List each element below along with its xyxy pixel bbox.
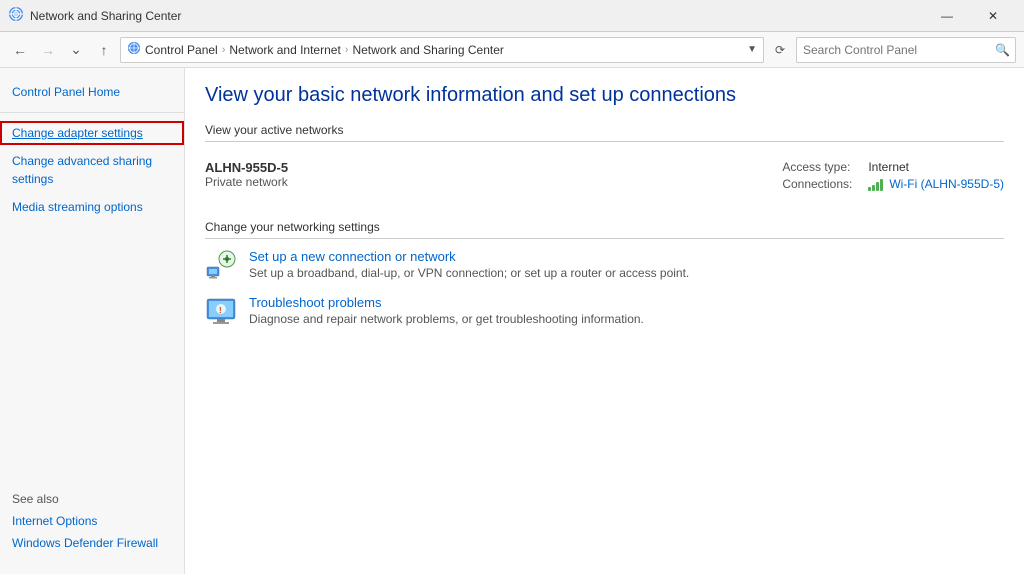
network-details: Access type: Internet Connections: Wi-Fi… [782, 160, 1004, 194]
access-type-label: Access type: [782, 160, 862, 174]
main-layout: Control Panel Home Change adapter settin… [0, 68, 1024, 574]
network-info: ALHN-955D-5 Private network [205, 160, 742, 189]
access-type-value: Internet [868, 160, 909, 174]
breadcrumb-dropdown-button[interactable]: ▼ [747, 44, 757, 55]
networking-settings-header: Change your networking settings [205, 220, 1004, 239]
network-name: ALHN-955D-5 [205, 160, 742, 175]
breadcrumb: Control Panel › Network and Internet › N… [120, 37, 764, 63]
recent-locations-button[interactable]: ⌄ [64, 38, 88, 62]
troubleshoot-item: ! Troubleshoot problems Diagnose and rep… [205, 295, 1004, 327]
sidebar: Control Panel Home Change adapter settin… [0, 68, 185, 574]
search-wrapper: 🔍 [796, 37, 1016, 63]
new-connection-text: Set up a new connection or network Set u… [249, 249, 689, 280]
new-connection-icon [205, 249, 237, 281]
sidebar-item-change-advanced-sharing[interactable]: Change advanced sharing settings [0, 149, 184, 191]
breadcrumb-control-panel[interactable]: Control Panel [145, 43, 218, 57]
breadcrumb-current: Network and Sharing Center [352, 43, 503, 57]
refresh-button[interactable]: ⟳ [768, 38, 792, 62]
network-box: ALHN-955D-5 Private network Access type:… [205, 150, 1004, 204]
sidebar-divider [0, 112, 184, 113]
breadcrumb-network-internet[interactable]: Network and Internet [229, 43, 340, 57]
search-input[interactable] [796, 37, 1016, 63]
minimize-button[interactable]: — [924, 0, 970, 32]
close-button[interactable]: ✕ [970, 0, 1016, 32]
active-networks-header: View your active networks [205, 123, 1004, 142]
sidebar-windows-defender[interactable]: Windows Defender Firewall [12, 532, 173, 554]
svg-text:!: ! [219, 306, 222, 315]
sidebar-item-media-streaming[interactable]: Media streaming options [0, 195, 184, 219]
sidebar-item-change-adapter-settings[interactable]: Change adapter settings [0, 121, 184, 145]
access-type-row: Access type: Internet [782, 160, 1004, 174]
sidebar-item-control-panel-home[interactable]: Control Panel Home [0, 80, 184, 104]
content-area: View your basic network information and … [185, 68, 1024, 574]
address-bar: ← → ⌄ ↑ Control Panel › Network and Inte… [0, 32, 1024, 68]
connections-row: Connections: Wi-Fi (ALHN-955D-5) [782, 177, 1004, 191]
troubleshoot-link[interactable]: Troubleshoot problems [249, 295, 644, 310]
new-connection-item: Set up a new connection or network Set u… [205, 249, 1004, 281]
new-connection-desc: Set up a broadband, dial-up, or VPN conn… [249, 266, 689, 280]
new-connection-link[interactable]: Set up a new connection or network [249, 249, 689, 264]
sidebar-internet-options[interactable]: Internet Options [12, 510, 173, 532]
see-also-label: See also [12, 492, 173, 506]
troubleshoot-desc: Diagnose and repair network problems, or… [249, 312, 644, 326]
network-type: Private network [205, 175, 742, 189]
page-title: View your basic network information and … [205, 84, 1004, 107]
title-bar: Network and Sharing Center — ✕ [0, 0, 1024, 32]
connections-label: Connections: [782, 177, 862, 191]
window-controls: — ✕ [924, 0, 1016, 32]
forward-button[interactable]: → [36, 38, 60, 62]
troubleshoot-icon: ! [205, 295, 237, 327]
wifi-connection-link[interactable]: Wi-Fi (ALHN-955D-5) [889, 177, 1004, 191]
up-button[interactable]: ↑ [92, 38, 116, 62]
app-icon [8, 6, 24, 25]
troubleshoot-text: Troubleshoot problems Diagnose and repai… [249, 295, 644, 326]
see-also-section: See also Internet Options Windows Defend… [0, 492, 185, 554]
networking-settings-section: Change your networking settings [205, 220, 1004, 327]
breadcrumb-icon [127, 41, 141, 58]
wifi-signal-icon [868, 177, 883, 191]
window-title: Network and Sharing Center [30, 9, 924, 23]
back-button[interactable]: ← [8, 38, 32, 62]
